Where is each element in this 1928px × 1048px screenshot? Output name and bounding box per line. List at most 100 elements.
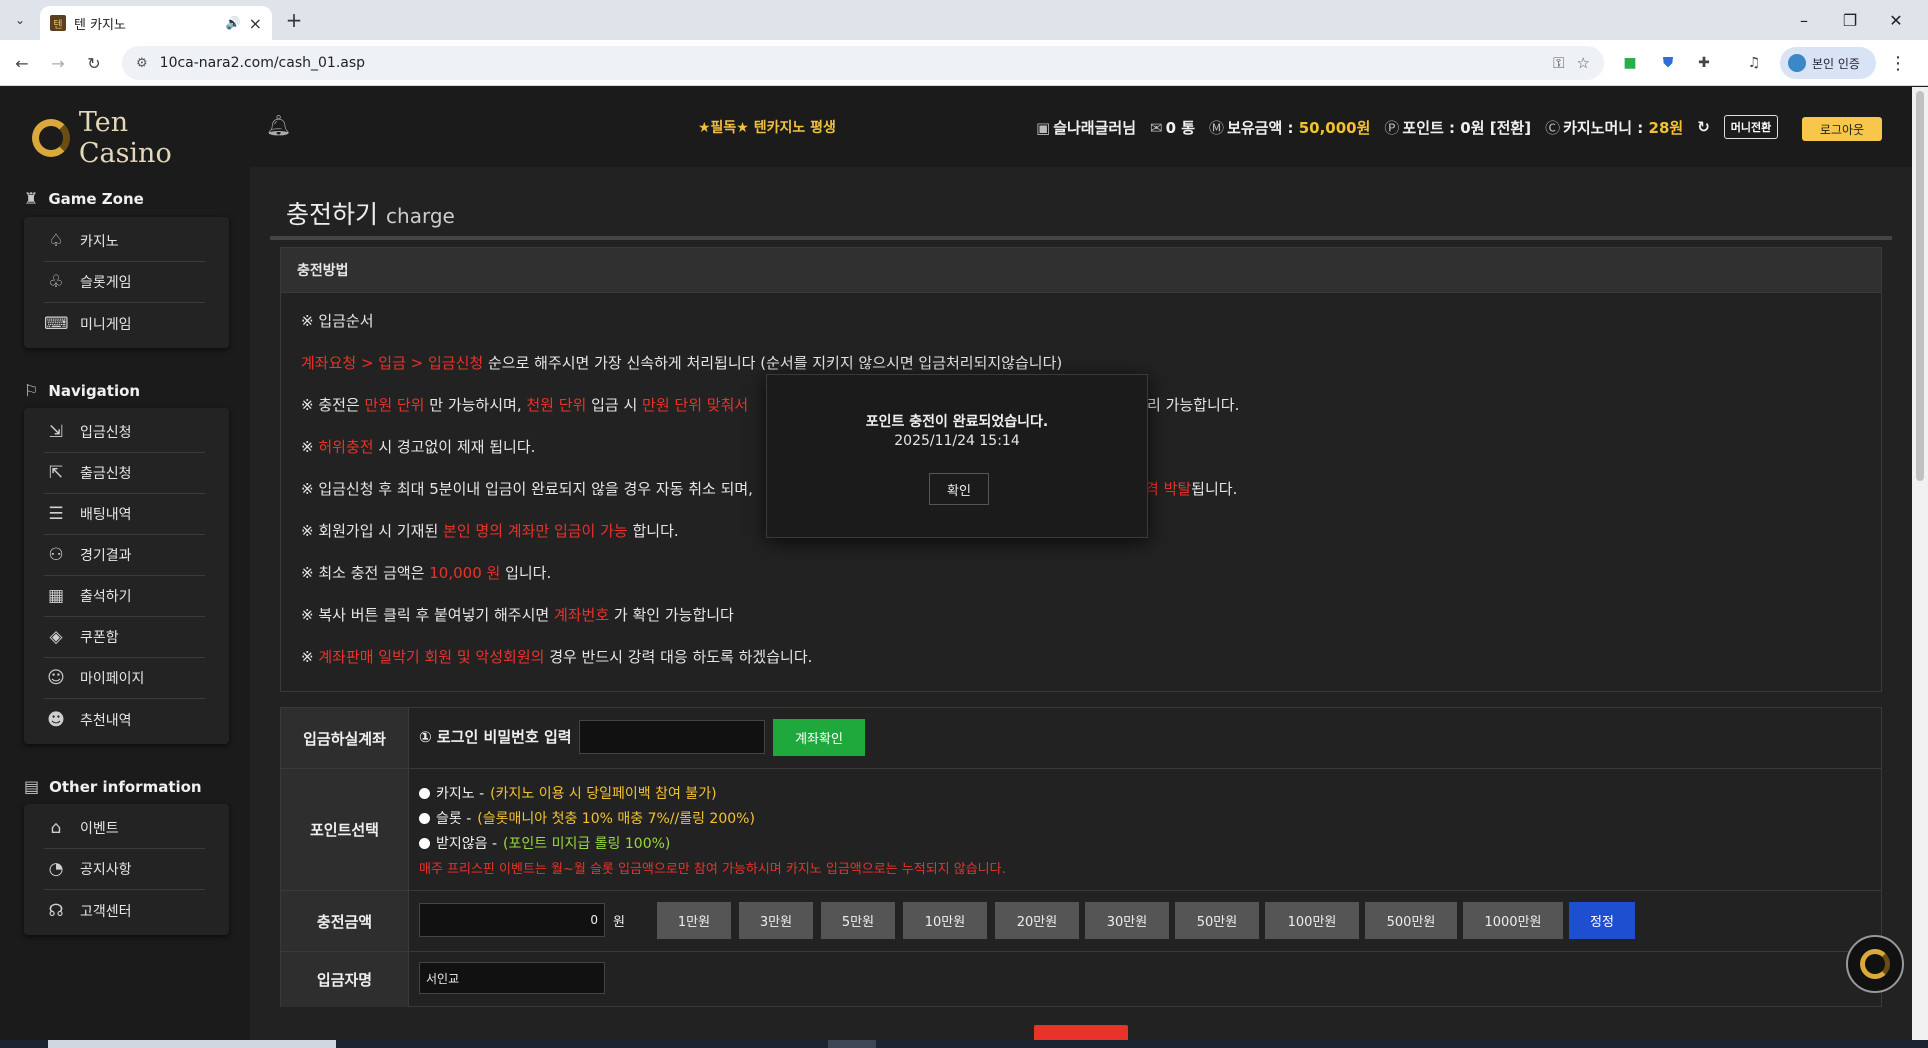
sidebar-item-coupons[interactable]: ◈ 쿠폰함 (44, 617, 205, 658)
sidebar-item-mypage[interactable]: ☺ 마이페이지 (44, 658, 205, 699)
dialog-datetime: 2025/11/24 15:14 (894, 433, 1020, 449)
reload-icon[interactable]: ↻ (82, 51, 106, 75)
sidebar-item-label: 출금신청 (80, 466, 132, 482)
point-option-casino[interactable]: 카지노 - (카지노 이용 시 당일페이백 참여 불가) (419, 783, 717, 803)
balance: Ⓜ 보유금액 : 50,000원 (1209, 117, 1370, 138)
sidebar-item-results[interactable]: ⚇ 경기결과 (44, 535, 205, 576)
freespin-notice: 매주 프리스핀 이벤트는 월~월 슬롯 입금액으로만 참여 가능하시며 카지노 … (419, 862, 1006, 877)
sidebar-item-label: 추천내역 (80, 712, 132, 729)
amount-row: 충전금액 0 원 1만원 3만원 5만원 10만원 20만원 30만원 50만원… (281, 891, 1881, 952)
messages[interactable]: ✉ 0 통 (1150, 117, 1195, 138)
site-info-icon[interactable]: ⚙ (136, 56, 148, 71)
amount-button-5m[interactable]: 500만원 (1365, 902, 1457, 939)
sidebar-item-referrals[interactable]: ☻ 추천내역 (44, 699, 205, 740)
scrollbar-thumb[interactable] (1916, 91, 1924, 481)
points-row: 포인트선택 카지노 - (카지노 이용 시 당일페이백 참여 불가) 슬롯 - … (281, 769, 1881, 891)
account-check-button[interactable]: 계좌확인 (773, 719, 865, 756)
user-info: ▣ 슬나래글러님 ✉ 0 통 Ⓜ 보유금액 : 50,000원 Ⓟ 포인트 : 0원 [… (1036, 107, 1779, 147)
envelope-icon: ✉ (1150, 118, 1163, 137)
coupon-icon: ◈ (49, 627, 63, 647)
tab-search-chevron-icon[interactable]: ⌄ (8, 8, 32, 32)
sidebar-item-label: 입금신청 (80, 425, 132, 441)
password-input[interactable] (579, 720, 765, 754)
sidebar-item-minigame[interactable]: ⌨ 미니게임 (44, 303, 205, 344)
amount-button-200k[interactable]: 20만원 (995, 902, 1079, 939)
reset-amount-button[interactable]: 정정 (1569, 902, 1635, 939)
browser-menu-icon[interactable]: ⋮ (1888, 52, 1908, 74)
point-option-none[interactable]: 받지않음 - (포인트 미지급 롤링 100%) (419, 833, 670, 853)
amount-button-50k[interactable]: 5만원 (821, 902, 895, 939)
media-controls-icon[interactable]: ♫ (1744, 53, 1764, 73)
forward-arrow-icon[interactable]: → (46, 51, 70, 75)
game-zone-menu: ♤ 카지노 ♧ 슬롯게임 ⌨ 미니게임 (24, 217, 229, 348)
back-arrow-icon[interactable]: ← (10, 51, 34, 75)
point-option-slot[interactable]: 슬롯 - (슬롯매니아 첫충 10% 매충 7%//롤링 200%) (419, 808, 755, 828)
sidebar-item-support[interactable]: ☊ 고객센터 (44, 890, 205, 931)
apply-button[interactable] (1034, 1025, 1128, 1040)
amount-button-500k[interactable]: 50만원 (1175, 902, 1259, 939)
speaker-icon[interactable]: 🔊 (226, 16, 241, 30)
balance-label: 보유금액 : (1227, 118, 1299, 137)
money-convert-button[interactable]: 머니전환 (1723, 115, 1779, 139)
amount-button-1m[interactable]: 100만원 (1265, 902, 1359, 939)
charge-form: 입금하실계좌 ① 로그인 비밀번호 입력 계좌확인 포인트선택 카지노 - (카… (280, 707, 1882, 1007)
url-text[interactable]: 10ca-nara2.com/cash_01.asp (160, 55, 1541, 71)
extensions-puzzle-icon[interactable]: ✚ (1694, 53, 1714, 73)
new-tab-button[interactable]: + (282, 8, 306, 32)
bookmark-star-icon[interactable]: ☆ (1577, 54, 1590, 72)
profile-chip[interactable]: 본인 인증 (1780, 47, 1876, 79)
radio-button[interactable] (419, 787, 430, 799)
shield-extension-icon[interactable]: ⛊ (1658, 53, 1678, 73)
refresh-icon[interactable]: ↻ (1697, 118, 1710, 136)
radio-button[interactable] (419, 812, 430, 824)
minimize-icon[interactable]: – (1784, 6, 1824, 34)
sidebar-item-casino[interactable]: ♤ 카지노 (44, 221, 205, 262)
depositor-name-input[interactable]: 서인교 (419, 962, 605, 994)
other-info-menu: ⌂ 이벤트 ◔ 공지사항 ☊ 고객센터 (24, 804, 229, 935)
method-line-4: ※ 허위충전 시 경고없이 제재 됩니다. (301, 438, 536, 456)
logout-button[interactable]: 로그아웃 (1802, 117, 1882, 141)
taskbar-app[interactable] (828, 1040, 876, 1048)
sidebar-item-betting-history[interactable]: ☰ 배팅내역 (44, 494, 205, 535)
password-key-icon[interactable]: ⚿ (1553, 54, 1564, 72)
points-convert-link[interactable]: [전환] (1490, 119, 1531, 137)
taskbar-search[interactable] (48, 1040, 336, 1048)
page-scrollbar[interactable] (1912, 87, 1928, 1040)
radio-button[interactable] (419, 837, 430, 849)
sidebar-item-attendance[interactable]: ▦ 출석하기 (44, 576, 205, 617)
site-header: 🔔︎ ★필독★ 텐카지노 평생 ▣ 슬나래글러님 ✉ 0 통 Ⓜ 보유금액 : 50,… (250, 87, 1912, 167)
site-logo[interactable]: Ten Casino (26, 107, 226, 169)
charge-method-header: 충전방법 (281, 248, 1881, 293)
sidebar-item-events[interactable]: ⌂ 이벤트 (44, 808, 205, 849)
sidebar-item-label: 경기결과 (80, 548, 132, 564)
dialog-ok-button[interactable]: 확인 (929, 473, 989, 505)
sidebar-item-notices[interactable]: ◔ 공지사항 (44, 849, 205, 890)
amount-button-30k[interactable]: 3만원 (739, 902, 813, 939)
extension-green-icon[interactable]: ■ (1620, 53, 1640, 73)
sidebar-item-label: 미니게임 (80, 316, 132, 333)
announcement-marquee[interactable]: ★필독★ 텐카지노 평생 (698, 117, 836, 137)
amount-button-300k[interactable]: 30만원 (1085, 902, 1169, 939)
page-viewport: Ten Casino ♜ Game Zone ♤ 카지노 ♧ 슬롯게임 ⌨ 미니게임 … (0, 87, 1912, 1040)
amount-button-10m[interactable]: 1000만원 (1463, 902, 1563, 939)
method-line-3: ※ 충전은 만원 단위 만 가능하시며, 천원 단위 입금 시 만원 단위 맞춰… (301, 396, 749, 414)
bell-icon[interactable]: 🔔︎ (266, 113, 291, 137)
amount-input[interactable]: 0 (419, 903, 605, 937)
logo-text: Ten Casino (78, 107, 172, 169)
close-tab-icon[interactable]: × (249, 14, 262, 33)
browser-tab[interactable]: 텐 텐 카지노 🔊 × (40, 6, 272, 40)
sidebar-item-deposit[interactable]: ⇲ 입금신청 (44, 412, 205, 453)
account-row: 입금하실계좌 ① 로그인 비밀번호 입력 계좌확인 (281, 708, 1881, 769)
casino-money-label: 카지노머니 : (1563, 118, 1649, 137)
user-icon: ☺ (47, 668, 65, 688)
sidebar-item-withdraw[interactable]: ⇱ 출금신청 (44, 453, 205, 494)
address-bar[interactable]: ⚙ 10ca-nara2.com/cash_01.asp ⚿ ☆ (122, 46, 1604, 80)
restore-icon[interactable]: ❐ (1830, 6, 1870, 34)
game-zone-heading: ♜ Game Zone (24, 189, 144, 208)
amount-button-100k[interactable]: 10만원 (903, 902, 987, 939)
sidebar-item-slots[interactable]: ♧ 슬롯게임 (44, 262, 205, 303)
floating-logo-button[interactable] (1846, 935, 1904, 993)
amount-button-10k[interactable]: 1만원 (657, 902, 731, 939)
close-window-icon[interactable]: ✕ (1876, 6, 1916, 34)
spade-icon: ♤ (48, 231, 64, 251)
